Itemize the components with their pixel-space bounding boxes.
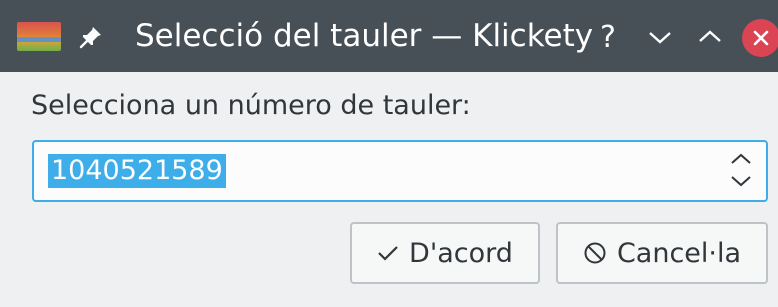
- help-button[interactable]: ?: [591, 19, 625, 55]
- close-button[interactable]: [742, 19, 778, 57]
- cancel-icon: [583, 241, 607, 265]
- pin-icon[interactable]: [78, 24, 104, 50]
- spin-arrows: [728, 150, 754, 192]
- maximize-button[interactable]: [693, 20, 727, 54]
- board-number-value[interactable]: 1040521589: [48, 154, 226, 188]
- cancel-button-label: Cancel·la: [616, 237, 742, 269]
- dialog-window: Selecció del tauler — Klickety ? Selecci…: [0, 0, 778, 307]
- minimize-button[interactable]: [643, 20, 677, 54]
- spin-up-button[interactable]: [728, 150, 754, 168]
- close-icon: [753, 30, 769, 46]
- help-icon: ?: [600, 19, 616, 55]
- spin-down-button[interactable]: [728, 172, 754, 190]
- chevron-down-icon: [649, 32, 671, 44]
- window-title: Selecció del tauler — Klickety: [135, 18, 594, 54]
- ok-button-label: D'acord: [409, 237, 513, 269]
- chevron-up-icon: [699, 30, 721, 42]
- cancel-button[interactable]: Cancel·la: [556, 222, 768, 284]
- board-number-spinbox[interactable]: 1040521589: [32, 140, 768, 202]
- app-icon[interactable]: [17, 22, 61, 51]
- title-bar[interactable]: Selecció del tauler — Klickety ?: [0, 0, 778, 72]
- chevron-down-icon: [731, 176, 751, 187]
- ok-button[interactable]: D'acord: [350, 222, 540, 284]
- board-number-label: Selecciona un número de tauler:: [31, 90, 471, 121]
- chevron-up-icon: [731, 153, 751, 164]
- checkmark-icon: [377, 244, 399, 262]
